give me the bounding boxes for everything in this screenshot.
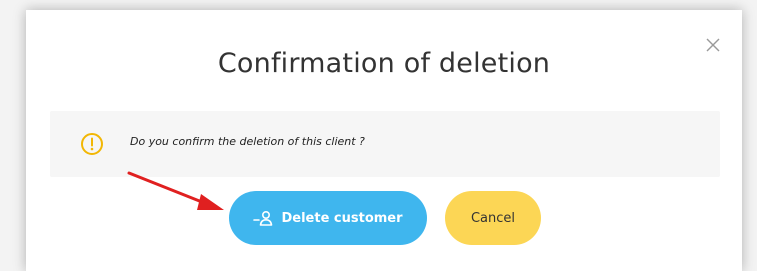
warning-circle-icon [80,132,104,156]
dialog-title: Confirmation of deletion [217,48,551,79]
confirmation-dialog: Confirmation of deletion Do you confirm … [26,10,742,271]
confirmation-message-box: Do you confirm the deletion of this clie… [50,111,720,177]
cancel-button[interactable]: Cancel [445,191,541,245]
delete-customer-label: Delete customer [281,210,403,226]
close-button[interactable] [702,34,724,56]
remove-user-icon [253,210,273,226]
delete-customer-button[interactable]: Delete customer [229,191,427,245]
confirmation-message: Do you confirm the deletion of this clie… [130,135,365,148]
cancel-label: Cancel [470,210,516,226]
close-icon [706,38,720,52]
